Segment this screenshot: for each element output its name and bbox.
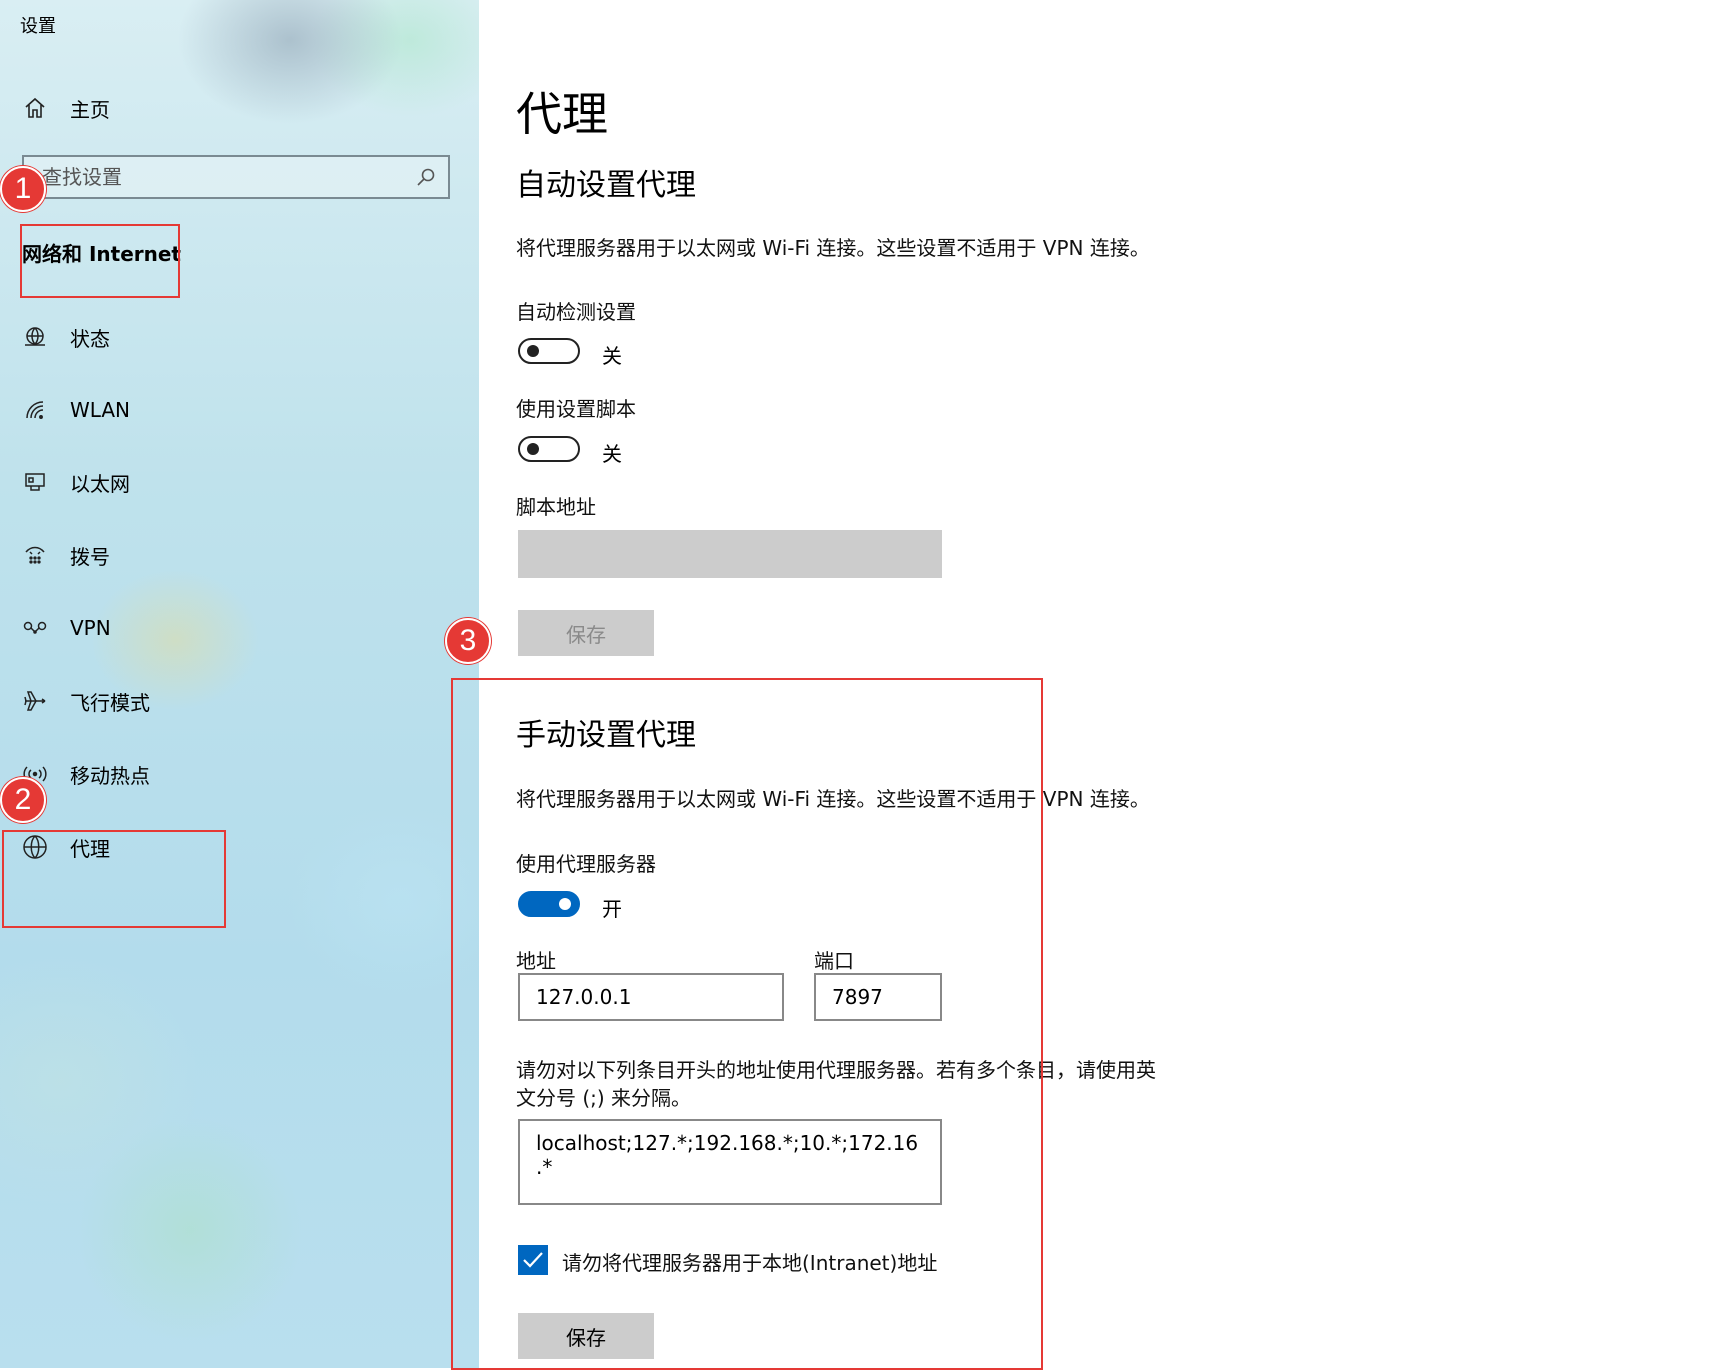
home-icon	[22, 95, 48, 121]
sidebar-item-label: 代理	[70, 836, 110, 861]
sidebar-item-wlan[interactable]: WLAN	[0, 385, 479, 435]
use-proxy-state: 开	[602, 897, 622, 921]
manual-proxy-heading: 手动设置代理	[516, 718, 696, 753]
exceptions-input[interactable]: localhost;127.*;192.168.*;10.*;172.16.*	[518, 1119, 942, 1205]
port-input[interactable]	[814, 973, 942, 1021]
search-icon[interactable]	[416, 167, 436, 191]
bypass-local-checkbox[interactable]	[518, 1245, 548, 1275]
dialup-icon	[22, 542, 48, 568]
annotation-badge-2: 2	[0, 777, 46, 823]
use-proxy-label: 使用代理服务器	[516, 852, 656, 876]
annotation-badge-1: 1	[0, 166, 46, 212]
address-label: 地址	[516, 949, 556, 973]
auto-proxy-heading: 自动设置代理	[516, 168, 696, 203]
setup-script-label: 使用设置脚本	[516, 397, 636, 421]
sidebar-item-label: 主页	[70, 97, 110, 122]
sidebar-item-label: 以太网	[70, 471, 130, 496]
auto-save-button: 保存	[518, 610, 654, 656]
sidebar-item-label: 飞行模式	[70, 690, 150, 715]
script-address-label: 脚本地址	[516, 495, 596, 519]
sidebar-item-label: VPN	[70, 616, 111, 640]
use-proxy-toggle[interactable]	[518, 891, 580, 917]
port-label: 端口	[814, 949, 854, 973]
sidebar-item-label: 移动热点	[70, 763, 150, 788]
checkmark-icon	[523, 1252, 543, 1268]
airplane-icon	[22, 688, 48, 714]
globe-status-icon	[22, 324, 48, 350]
auto-detect-label: 自动检测设置	[516, 300, 636, 324]
app-title: 设置	[20, 16, 56, 37]
auto-detect-toggle[interactable]	[518, 338, 580, 364]
section-title: 网络和 Internet	[22, 242, 181, 266]
setup-script-toggle[interactable]	[518, 436, 580, 462]
sidebar-item-home[interactable]: 主页	[0, 83, 479, 133]
sidebar-item-mobile-hotspot[interactable]: 移动热点	[0, 749, 479, 799]
setup-script-state: 关	[602, 442, 622, 466]
auto-detect-state: 关	[602, 344, 622, 368]
sidebar-item-ethernet[interactable]: 以太网	[0, 457, 479, 507]
toggle-knob	[527, 345, 539, 357]
sidebar-item-vpn[interactable]: VPN	[0, 603, 479, 653]
vpn-icon	[22, 615, 48, 641]
ethernet-icon	[22, 469, 48, 495]
sidebar-item-label: WLAN	[70, 398, 131, 422]
script-address-field	[518, 530, 942, 578]
sidebar-item-status[interactable]: 状态	[0, 312, 479, 362]
exceptions-description-line1: 请勿对以下列条目开头的地址使用代理服务器。若有多个条目，请使用英	[516, 1058, 1156, 1082]
globe-icon	[22, 834, 48, 860]
sidebar-item-proxy[interactable]: 代理	[0, 822, 479, 872]
annotation-badge-3: 3	[445, 618, 491, 664]
bypass-local-label: 请勿将代理服务器用于本地(Intranet)地址	[562, 1251, 938, 1275]
auto-proxy-description: 将代理服务器用于以太网或 Wi-Fi 连接。这些设置不适用于 VPN 连接。	[516, 236, 1150, 260]
search-box[interactable]	[22, 155, 450, 199]
manual-proxy-description: 将代理服务器用于以太网或 Wi-Fi 连接。这些设置不适用于 VPN 连接。	[516, 787, 1150, 811]
wifi-icon	[22, 397, 48, 423]
toggle-knob	[559, 898, 571, 910]
search-input[interactable]	[24, 164, 404, 190]
toggle-knob	[527, 443, 539, 455]
sidebar: 设置 主页 网络和 Internet 状态 WLAN 以太网	[0, 0, 479, 1368]
sidebar-item-dialup[interactable]: 拨号	[0, 530, 479, 580]
sidebar-item-label: 拨号	[70, 544, 110, 569]
manual-save-button[interactable]: 保存	[518, 1313, 654, 1359]
page-title: 代理	[516, 87, 608, 141]
sidebar-item-airplane-mode[interactable]: 飞行模式	[0, 676, 479, 726]
sidebar-item-label: 状态	[70, 326, 110, 351]
exceptions-description-line2: 文分号 (;) 来分隔。	[516, 1086, 692, 1110]
address-input[interactable]	[518, 973, 784, 1021]
